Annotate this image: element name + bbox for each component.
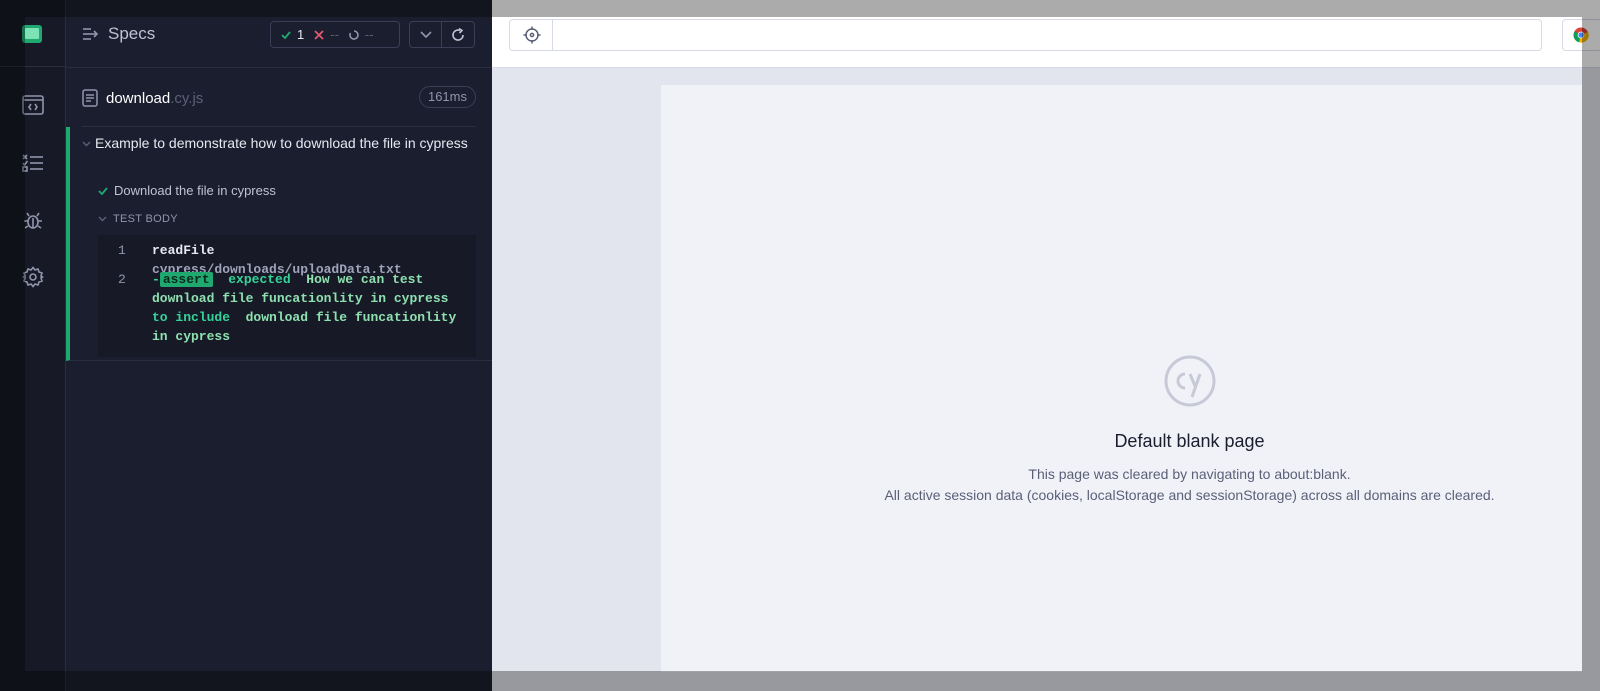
spec-file-name: download [106, 89, 171, 107]
pending-count: -- [364, 27, 374, 42]
x-icon [314, 29, 324, 40]
blank-page-message: Default blank page This page was cleared… [661, 355, 1600, 506]
assert-word: to include [152, 310, 231, 325]
check-icon [98, 186, 108, 195]
spec-duration-badge: 161ms [418, 86, 476, 108]
divider [0, 66, 66, 67]
command-number: 1 [118, 243, 126, 258]
chevron-down-icon [98, 216, 107, 222]
test-body-label: TEST BODY [113, 213, 178, 225]
selector-playground-button[interactable] [509, 19, 553, 51]
command-prefix: - [152, 272, 160, 287]
test-body-header[interactable]: TEST BODY [98, 213, 178, 225]
url-input[interactable] [552, 19, 1542, 51]
reporter-panel: Specs 1 -- -- download .cy.js 161ms Exam… [66, 0, 492, 691]
suite-title: Example to demonstrate how to download t… [95, 135, 468, 151]
failed-count: -- [330, 27, 339, 42]
run-controls [409, 21, 475, 48]
chevron-down-icon [419, 30, 432, 38]
rerun-button[interactable] [442, 22, 474, 47]
command-number: 2 [118, 272, 126, 287]
crosshair-icon [523, 26, 540, 44]
test-row[interactable]: Download the file in cypress [98, 183, 276, 198]
pending-spinner-icon [349, 29, 359, 40]
spec-file-ext: .cy.js [170, 89, 204, 107]
cypress-cy-logo-icon [1164, 355, 1215, 407]
assert-word: expected [228, 272, 291, 287]
passed-stat: 1 [281, 27, 304, 42]
settings-nav-icon[interactable] [20, 264, 46, 290]
browser-selector-button[interactable] [1562, 19, 1600, 51]
spec-file-row[interactable]: download .cy.js 161ms [82, 86, 476, 110]
specs-toggle-button[interactable]: Specs [82, 24, 155, 44]
pending-stat: -- [349, 27, 374, 42]
runs-nav-icon[interactable] [20, 150, 46, 176]
reporter-header: Specs 1 -- -- [66, 0, 492, 68]
specs-label: Specs [108, 24, 156, 43]
debug-nav-icon[interactable] [20, 207, 46, 233]
nav-rail [0, 0, 66, 691]
check-icon [281, 30, 291, 39]
suite-block: Example to demonstrate how to download t… [66, 127, 492, 361]
refresh-icon [452, 27, 464, 41]
suite-title-row[interactable]: Example to demonstrate how to download t… [80, 133, 470, 153]
url-bar [492, 0, 1600, 68]
aut-panel: Default blank page This page was cleared… [492, 0, 1600, 691]
document-icon [82, 89, 98, 107]
test-stats: 1 -- -- [270, 21, 400, 48]
command-log: 1 readFile cypress/downloads/uploadData.… [98, 235, 476, 357]
aut-iframe: Default blank page This page was cleared… [661, 85, 1582, 672]
cypress-app-logo-icon[interactable] [21, 24, 43, 44]
command-content: - assert expected How we can test downloa… [152, 270, 474, 346]
failed-stat: -- [314, 27, 339, 42]
specs-nav-icon[interactable] [20, 92, 46, 118]
chrome-icon [1573, 27, 1589, 43]
collapse-all-button[interactable] [410, 22, 443, 47]
blank-page-title: Default blank page [1114, 431, 1265, 451]
test-title: Download the file in cypress [114, 183, 276, 198]
specs-list-icon [83, 28, 99, 40]
blank-page-line-2: All active session data (cookies, localS… [884, 487, 1495, 503]
assert-badge: assert [159, 272, 213, 287]
command-name: readFile [152, 243, 215, 258]
passed-count: 1 [297, 27, 305, 42]
blank-page-line-1: This page was cleared by navigating to a… [1028, 466, 1351, 482]
chevron-down-icon [82, 141, 91, 147]
